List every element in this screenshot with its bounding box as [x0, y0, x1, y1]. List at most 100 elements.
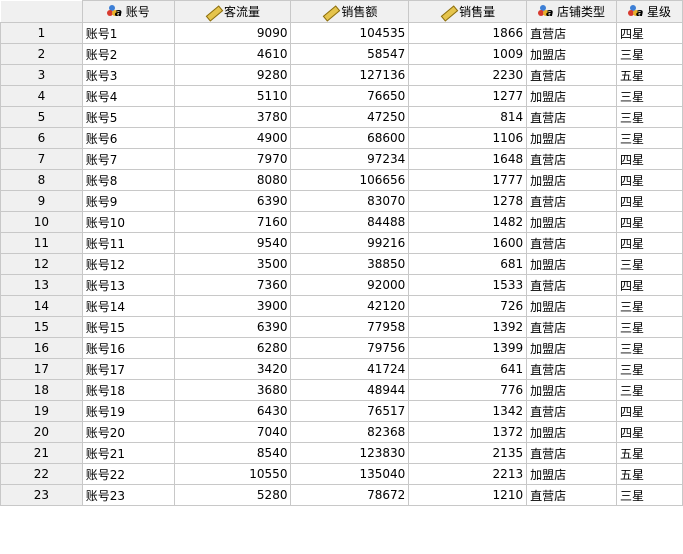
data-cell[interactable]: 99216 [290, 232, 410, 254]
data-cell[interactable]: 1600 [408, 232, 528, 254]
data-cell[interactable]: 7160 [173, 211, 292, 233]
data-cell[interactable]: 4610 [173, 43, 292, 65]
data-cell[interactable]: 135040 [290, 463, 410, 485]
row-number-header[interactable]: 14 [0, 295, 83, 317]
data-cell[interactable]: 641 [408, 358, 528, 380]
row-number-header[interactable]: 2 [0, 43, 83, 65]
row-number-header[interactable]: 8 [0, 169, 83, 191]
data-cell[interactable]: 账号5 [81, 106, 175, 128]
data-cell[interactable]: 79756 [290, 337, 410, 359]
data-cell[interactable]: 账号16 [81, 337, 175, 359]
data-cell[interactable]: 直营店 [526, 22, 618, 44]
data-cell[interactable]: 加盟店 [526, 85, 618, 107]
data-cell[interactable]: 三星 [616, 43, 683, 65]
row-number-header[interactable]: 3 [0, 64, 83, 86]
row-number-header[interactable]: 13 [0, 274, 83, 296]
data-cell[interactable]: 1278 [408, 190, 528, 212]
data-cell[interactable]: 726 [408, 295, 528, 317]
data-cell[interactable]: 账号12 [81, 253, 175, 275]
row-number-header[interactable]: 16 [0, 337, 83, 359]
data-cell[interactable]: 账号7 [81, 148, 175, 170]
data-cell[interactable]: 加盟店 [526, 463, 618, 485]
data-cell[interactable]: 1648 [408, 148, 528, 170]
data-cell[interactable]: 814 [408, 106, 528, 128]
data-cell[interactable]: 账号4 [81, 85, 175, 107]
data-cell[interactable]: 1392 [408, 316, 528, 338]
data-cell[interactable]: 账号13 [81, 274, 175, 296]
row-number-header[interactable]: 10 [0, 211, 83, 233]
data-cell[interactable]: 直营店 [526, 316, 618, 338]
data-cell[interactable]: 账号17 [81, 358, 175, 380]
data-cell[interactable]: 账号22 [81, 463, 175, 485]
data-cell[interactable]: 5110 [173, 85, 292, 107]
data-cell[interactable]: 三星 [616, 85, 683, 107]
data-cell[interactable]: 38850 [290, 253, 410, 275]
data-cell[interactable]: 84488 [290, 211, 410, 233]
row-number-header[interactable]: 21 [0, 442, 83, 464]
data-cell[interactable]: 6390 [173, 316, 292, 338]
data-cell[interactable]: 账号20 [81, 421, 175, 443]
data-cell[interactable]: 四星 [616, 274, 683, 296]
data-cell[interactable]: 三星 [616, 127, 683, 149]
data-cell[interactable]: 五星 [616, 463, 683, 485]
data-cell[interactable]: 1210 [408, 484, 528, 506]
data-cell[interactable]: 直营店 [526, 484, 618, 506]
data-cell[interactable]: 92000 [290, 274, 410, 296]
data-cell[interactable]: 账号23 [81, 484, 175, 506]
data-cell[interactable]: 41724 [290, 358, 410, 380]
data-cell[interactable]: 1533 [408, 274, 528, 296]
data-cell[interactable]: 账号3 [81, 64, 175, 86]
data-cell[interactable]: 五星 [616, 64, 683, 86]
data-cell[interactable]: 账号8 [81, 169, 175, 191]
data-cell[interactable]: 1372 [408, 421, 528, 443]
data-cell[interactable]: 直营店 [526, 190, 618, 212]
data-cell[interactable]: 加盟店 [526, 43, 618, 65]
data-cell[interactable]: 直营店 [526, 442, 618, 464]
data-cell[interactable]: 加盟店 [526, 169, 618, 191]
data-cell[interactable]: 47250 [290, 106, 410, 128]
data-cell[interactable]: 76517 [290, 400, 410, 422]
data-cell[interactable]: 加盟店 [526, 253, 618, 275]
data-cell[interactable]: 三星 [616, 379, 683, 401]
data-cell[interactable]: 加盟店 [526, 421, 618, 443]
data-cell[interactable]: 1342 [408, 400, 528, 422]
data-cell[interactable]: 77958 [290, 316, 410, 338]
data-cell[interactable]: 6430 [173, 400, 292, 422]
data-cell[interactable]: 78672 [290, 484, 410, 506]
data-cell[interactable]: 3500 [173, 253, 292, 275]
data-cell[interactable]: 4900 [173, 127, 292, 149]
data-cell[interactable]: 三星 [616, 316, 683, 338]
data-cell[interactable]: 123830 [290, 442, 410, 464]
data-cell[interactable]: 直营店 [526, 274, 618, 296]
data-cell[interactable]: 账号2 [81, 43, 175, 65]
data-cell[interactable]: 三星 [616, 253, 683, 275]
row-number-header[interactable]: 12 [0, 253, 83, 275]
data-cell[interactable]: 48944 [290, 379, 410, 401]
data-cell[interactable]: 直营店 [526, 358, 618, 380]
row-number-header[interactable]: 20 [0, 421, 83, 443]
data-cell[interactable]: 1482 [408, 211, 528, 233]
data-cell[interactable]: 账号10 [81, 211, 175, 233]
data-cell[interactable]: 加盟店 [526, 379, 618, 401]
data-cell[interactable]: 账号18 [81, 379, 175, 401]
data-cell[interactable]: 3680 [173, 379, 292, 401]
data-cell[interactable]: 四星 [616, 190, 683, 212]
corner-cell[interactable] [0, 0, 83, 23]
column-header-traffic[interactable]: 客流量 [173, 0, 292, 23]
data-cell[interactable]: 8540 [173, 442, 292, 464]
data-cell[interactable]: 直营店 [526, 148, 618, 170]
data-cell[interactable]: 9540 [173, 232, 292, 254]
row-number-header[interactable]: 23 [0, 484, 83, 506]
data-cell[interactable]: 1777 [408, 169, 528, 191]
row-number-header[interactable]: 5 [0, 106, 83, 128]
data-cell[interactable]: 四星 [616, 232, 683, 254]
data-cell[interactable]: 6280 [173, 337, 292, 359]
data-cell[interactable]: 106656 [290, 169, 410, 191]
data-cell[interactable]: 1106 [408, 127, 528, 149]
data-cell[interactable]: 三星 [616, 358, 683, 380]
row-number-header[interactable]: 17 [0, 358, 83, 380]
data-cell[interactable]: 三星 [616, 106, 683, 128]
data-cell[interactable]: 三星 [616, 295, 683, 317]
column-header-store-type[interactable]: a 店铺类型 [526, 0, 618, 23]
column-header-account[interactable]: a 账号 [81, 0, 175, 23]
